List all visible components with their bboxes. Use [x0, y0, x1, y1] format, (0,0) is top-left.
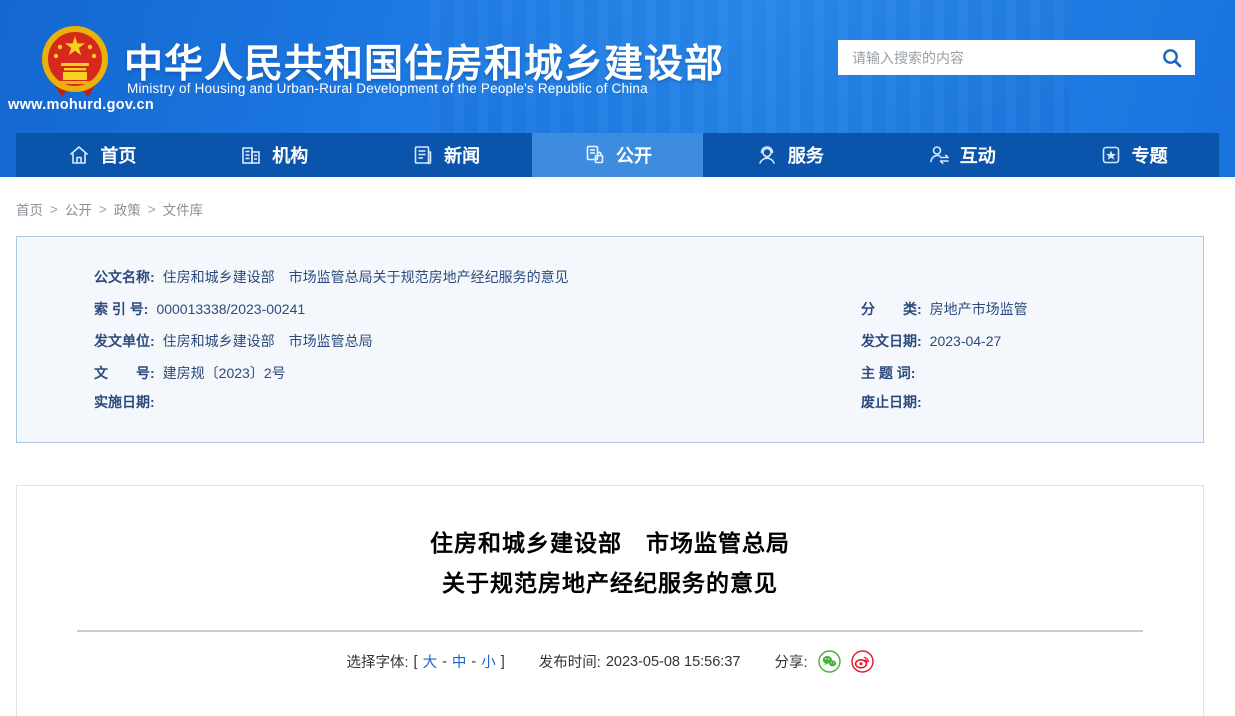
publish-time-label: 发布时间:: [538, 655, 601, 671]
meta-issue-date-value: 2023-04-27: [929, 333, 1002, 349]
site-header: www.mohurd.gov.cn 中华人民共和国住房和城乡建设部 Minist…: [0, 0, 1235, 177]
font-size-selector: 选择字体: [ 大 - 中 - 小 ]: [347, 651, 505, 672]
news-icon: [414, 146, 432, 165]
breadcrumb-separator: >: [98, 201, 107, 217]
nav-item-label: 机构: [272, 146, 309, 166]
breadcrumb-separator: >: [50, 201, 58, 217]
meta-doc-name: 公文名称: 住房和城乡建设部 市场监管总局关于规范房地产经纪服务的意见: [94, 267, 569, 287]
search-button[interactable]: [1159, 45, 1185, 71]
document-title-line1: 住房和城乡建设部 市场监管总局: [430, 530, 790, 556]
nav-item-label: 新闻: [444, 146, 481, 166]
document-title-line2: 关于规范房地产经纪服务的意见: [442, 570, 778, 596]
nav-item-interaction[interactable]: 互动: [875, 133, 1047, 177]
share-label: 分享:: [774, 655, 808, 671]
meta-implement-date: 实施日期:: [94, 392, 163, 412]
meta-category-label: 分 类:: [861, 301, 922, 317]
nav-item-label: 专题: [1131, 146, 1168, 166]
breadcrumb-document-library[interactable]: 文件库: [163, 199, 204, 219]
nav-item-news[interactable]: 新闻: [360, 133, 532, 177]
disclosure-icon: [586, 145, 604, 164]
meta-issue-date-label: 发文日期:: [861, 333, 922, 349]
font-size-large-link[interactable]: 大: [423, 651, 438, 672]
interaction-icon: [929, 146, 949, 164]
meta-issue-date: 发文日期: 2023-04-27: [861, 331, 1001, 351]
wechat-icon[interactable]: [817, 650, 841, 673]
nav-item-disclosure[interactable]: 公开: [531, 133, 704, 177]
breadcrumb: 首页 > 公开 > 政策 > 文件库: [16, 199, 203, 219]
breadcrumb-policy[interactable]: 政策: [114, 199, 141, 219]
service-icon: [759, 146, 775, 164]
search-box: [838, 40, 1195, 75]
dash: -: [471, 653, 477, 670]
meta-index-label: 索 引 号:: [94, 301, 149, 317]
main-nav: 首页 机构 新闻 公开 服务 互动 专题: [16, 133, 1219, 177]
meta-issuing-unit-value: 住房和城乡建设部 市场监管总局: [162, 333, 373, 349]
search-input[interactable]: [852, 49, 1159, 66]
bracket-open: [: [413, 653, 418, 670]
meta-doc-number-value: 建房规〔2023〕2号: [162, 365, 286, 381]
meta-doc-name-value: 住房和城乡建设部 市场监管总局关于规范房地产经纪服务的意见: [162, 269, 569, 285]
title-divider: [77, 630, 1143, 632]
nav-item-special-topics[interactable]: 专题: [1047, 133, 1219, 177]
meta-repeal-date-label: 废止日期:: [861, 394, 922, 410]
meta-keywords: 主 题 词:: [861, 363, 923, 383]
nav-item-services[interactable]: 服务: [703, 133, 875, 177]
document-metadata-card: 公文名称: 住房和城乡建设部 市场监管总局关于规范房地产经纪服务的意见 索 引 …: [16, 236, 1204, 443]
weibo-icon[interactable]: [850, 650, 874, 673]
meta-implement-date-label: 实施日期:: [94, 394, 155, 410]
document-meta-bar: 选择字体: [ 大 - 中 - 小 ] 发布时间: 2023-05-08 15:…: [17, 650, 1203, 673]
nav-item-label: 首页: [100, 146, 137, 166]
breadcrumb-disclosure[interactable]: 公开: [65, 199, 92, 219]
meta-issuing-unit: 发文单位: 住房和城乡建设部 市场监管总局: [94, 331, 373, 351]
breadcrumb-separator: >: [147, 201, 156, 217]
dash: -: [442, 653, 447, 670]
document-title: 住房和城乡建设部 市场监管总局 关于规范房地产经纪服务的意见: [17, 523, 1203, 603]
breadcrumb-home[interactable]: 首页: [16, 199, 43, 219]
font-size-medium-link[interactable]: 中: [452, 651, 467, 672]
nav-item-label: 服务: [787, 146, 824, 166]
meta-index-number: 索 引 号: 000013338/2023-00241: [94, 299, 305, 319]
meta-doc-number-label: 文 号:: [94, 365, 155, 381]
nav-item-label: 公开: [616, 146, 652, 166]
nav-item-home[interactable]: 首页: [16, 133, 188, 177]
font-size-small-link[interactable]: 小: [481, 651, 496, 672]
site-url: www.mohurd.gov.cn: [8, 97, 155, 113]
meta-category: 分 类: 房地产市场监管: [861, 299, 1028, 319]
meta-issuing-unit-label: 发文单位:: [94, 333, 155, 349]
meta-doc-name-label: 公文名称:: [94, 269, 155, 285]
site-subtitle-en: Ministry of Housing and Urban-Rural Deve…: [127, 81, 648, 96]
nav-item-label: 互动: [959, 146, 996, 166]
bracket-close: ]: [500, 653, 505, 670]
organization-icon: [242, 147, 261, 164]
national-emblem-icon: [42, 26, 108, 97]
meta-repeal-date: 废止日期:: [861, 392, 930, 412]
special-topic-icon: [1102, 146, 1119, 164]
page: www.mohurd.gov.cn 中华人民共和国住房和城乡建设部 Minist…: [0, 0, 1235, 716]
nav-item-organization[interactable]: 机构: [188, 133, 360, 177]
meta-index-value: 000013338/2023-00241: [156, 301, 306, 317]
meta-category-value: 房地产市场监管: [929, 301, 1028, 317]
font-size-label: 选择字体:: [346, 655, 409, 671]
meta-keywords-label: 主 题 词:: [861, 365, 916, 381]
home-icon: [70, 146, 89, 164]
share-group: 分享:: [774, 650, 874, 673]
document-content-card: 住房和城乡建设部 市场监管总局 关于规范房地产经纪服务的意见 选择字体: [ 大…: [16, 485, 1204, 716]
publish-time-group: 发布时间: 2023-05-08 15:56:37: [539, 651, 741, 672]
meta-doc-number: 文 号: 建房规〔2023〕2号: [94, 363, 286, 383]
search-icon: [1163, 48, 1182, 67]
publish-time-value: 2023-05-08 15:56:37: [605, 653, 741, 670]
